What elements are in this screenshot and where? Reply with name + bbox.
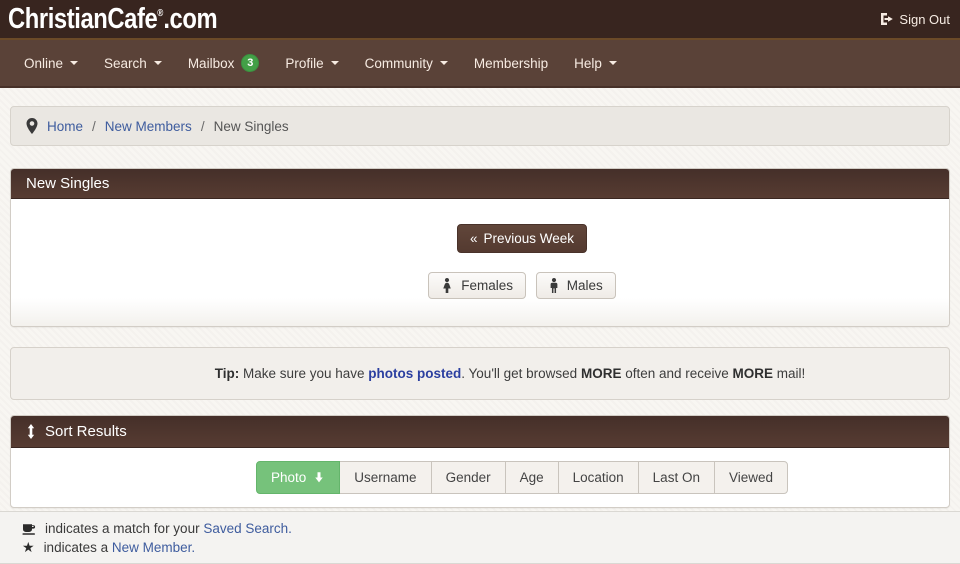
breadcrumb-separator: / — [201, 119, 205, 134]
tip-emphasis: MORE — [581, 366, 622, 381]
registered-mark: ® — [157, 8, 163, 19]
tip-emphasis: MORE — [733, 366, 774, 381]
sort-gender-button[interactable]: Gender — [431, 461, 506, 494]
breadcrumb-current: New Singles — [214, 119, 289, 134]
sign-out-label: Sign Out — [899, 12, 950, 27]
female-icon — [441, 278, 453, 293]
new-member-link[interactable]: New Member. — [112, 540, 195, 555]
nav-label: Online — [24, 56, 63, 71]
top-header: ChristianCafe®.com Sign Out — [0, 0, 960, 40]
sort-photo-button[interactable]: Photo — [256, 461, 340, 494]
nav-item-mailbox[interactable]: Mailbox 3 — [175, 40, 273, 86]
legend: indicates a match for your Saved Search.… — [0, 511, 960, 564]
caret-down-icon — [331, 61, 339, 65]
sort-photo-label: Photo — [271, 470, 306, 485]
coffee-cup-icon — [22, 522, 36, 536]
nav-label: Membership — [474, 56, 548, 71]
breadcrumb-new-members[interactable]: New Members — [105, 119, 192, 134]
females-button[interactable]: Females — [428, 272, 526, 299]
new-singles-body: « Previous Week Females Males — [11, 199, 949, 326]
tip-banner: Tip: Make sure you have photos posted. Y… — [10, 347, 950, 400]
sort-username-button[interactable]: Username — [339, 461, 431, 494]
sort-age-button[interactable]: Age — [505, 461, 559, 494]
nav-item-membership[interactable]: Membership — [461, 40, 561, 86]
photos-posted-link[interactable]: photos posted — [368, 366, 461, 381]
legend-text: indicates a New Member. — [44, 538, 196, 557]
nav-item-profile[interactable]: Profile — [272, 40, 351, 86]
sort-results-panel: Sort Results Photo Username Gender Age L… — [10, 415, 950, 508]
nav-item-search[interactable]: Search — [91, 40, 175, 86]
tip-text: mail! — [773, 366, 805, 381]
legend-prefix: indicates a — [44, 540, 112, 555]
legend-prefix: indicates a match for your — [45, 521, 203, 536]
nav-label: Profile — [285, 56, 323, 71]
females-label: Females — [461, 278, 513, 293]
nav-label: Search — [104, 56, 147, 71]
sort-viewed-button[interactable]: Viewed — [714, 461, 788, 494]
star-icon: ★ — [22, 541, 35, 555]
sort-button-group: Photo Username Gender Age Location Last … — [256, 461, 788, 494]
nav-item-help[interactable]: Help — [561, 40, 630, 86]
legend-new-member-row: ★ indicates a New Member. — [22, 538, 950, 557]
saved-search-link[interactable]: Saved Search. — [203, 521, 292, 536]
panel-title: Sort Results — [45, 423, 127, 440]
previous-week-button[interactable]: « Previous Week — [457, 224, 587, 253]
nav-label: Mailbox — [188, 56, 235, 71]
sort-location-button[interactable]: Location — [558, 461, 639, 494]
brand-tld: .com — [163, 3, 217, 35]
panel-title: New Singles — [26, 175, 109, 192]
breadcrumb-home[interactable]: Home — [47, 119, 83, 134]
caret-down-icon — [70, 61, 78, 65]
brand-name: ChristianCafe — [8, 3, 157, 35]
male-icon — [549, 278, 559, 293]
nav-item-community[interactable]: Community — [352, 40, 461, 86]
arrow-down-icon — [313, 471, 325, 484]
sort-buttons-body: Photo Username Gender Age Location Last … — [11, 448, 949, 507]
sort-laston-button[interactable]: Last On — [638, 461, 715, 494]
new-singles-heading: New Singles — [11, 169, 949, 199]
legend-text: indicates a match for your Saved Search. — [45, 519, 292, 538]
location-marker-icon — [26, 118, 38, 134]
tip-label: Tip: — [215, 366, 240, 381]
double-chevron-left-icon: « — [470, 231, 478, 246]
caret-down-icon — [609, 61, 617, 65]
tip-text: Make sure you have — [239, 366, 368, 381]
new-singles-panel: New Singles « Previous Week Females — [10, 168, 950, 327]
nav-label: Help — [574, 56, 602, 71]
tip-text: often and receive — [621, 366, 732, 381]
breadcrumb-separator: / — [92, 119, 96, 134]
males-label: Males — [567, 278, 603, 293]
tip-text: . You'll get browsed — [461, 366, 581, 381]
males-button[interactable]: Males — [536, 272, 616, 299]
sort-arrows-icon — [26, 424, 36, 439]
caret-down-icon — [440, 61, 448, 65]
caret-down-icon — [154, 61, 162, 65]
sign-out-icon — [879, 12, 893, 26]
breadcrumb: Home / New Members / New Singles — [10, 106, 950, 146]
previous-week-label: Previous Week — [483, 231, 574, 246]
mailbox-unread-badge: 3 — [241, 54, 259, 72]
sort-results-heading: Sort Results — [11, 416, 949, 448]
legend-saved-search-row: indicates a match for your Saved Search. — [22, 519, 950, 538]
site-logo[interactable]: ChristianCafe®.com — [8, 5, 217, 34]
nav-item-online[interactable]: Online — [11, 40, 91, 86]
main-nav: Online Search Mailbox 3 Profile Communit… — [0, 40, 960, 88]
nav-label: Community — [365, 56, 433, 71]
sign-out-link[interactable]: Sign Out — [879, 12, 950, 27]
